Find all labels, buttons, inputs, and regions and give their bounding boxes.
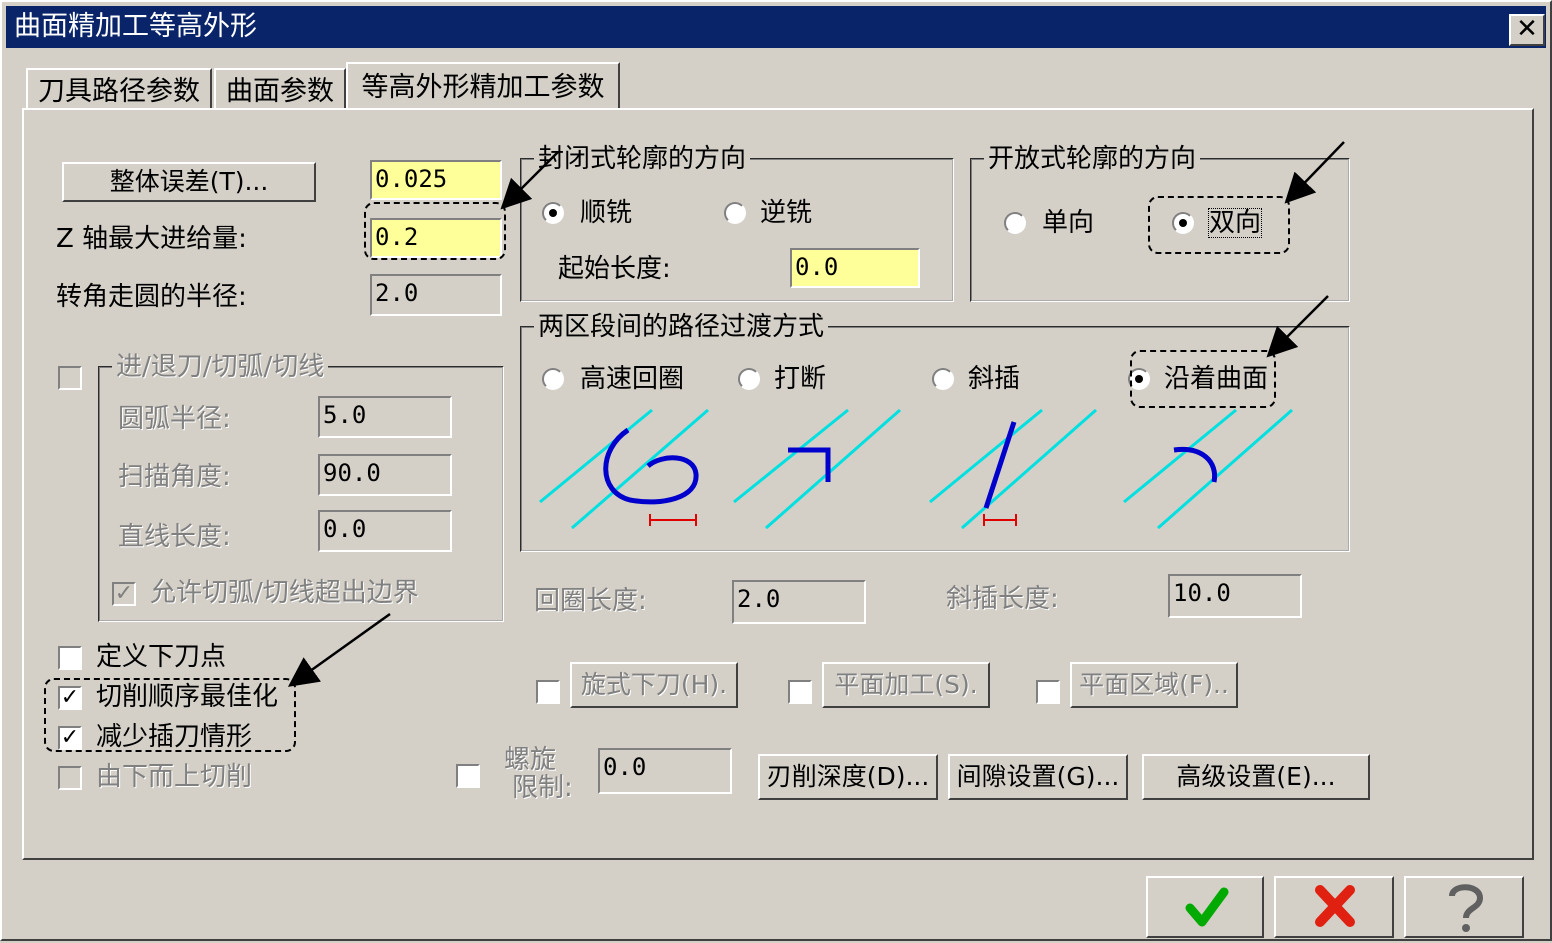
transition-title: 两区段间的路径过渡方式 xyxy=(534,312,829,342)
tolerance-field[interactable]: 0.025 xyxy=(370,160,502,200)
question-mark-icon xyxy=(1449,884,1484,932)
tab-contour-finish-params[interactable]: 等高外形精加工参数 xyxy=(346,62,620,110)
corner-radius-label: 转角走圆的半径: xyxy=(56,282,247,312)
loop-length-label: 回圈长度: xyxy=(534,586,647,616)
climb-label: 顺铣 xyxy=(580,198,633,228)
ramp-radio[interactable] xyxy=(932,368,954,390)
tab-surface-params[interactable]: 曲面参数 xyxy=(214,68,346,108)
arc-radius-label: 圆弧半径: xyxy=(118,404,231,434)
conventional-label: 逆铣 xyxy=(760,198,813,228)
help-button[interactable] xyxy=(1404,876,1524,938)
spiral-label-line1: 螺旋 xyxy=(504,745,557,775)
checkmark-icon xyxy=(1185,887,1229,927)
allow-exceed-checkbox[interactable]: ✓ xyxy=(112,582,136,606)
climb-radio[interactable] xyxy=(542,202,564,224)
high-speed-label: 高速回圈 xyxy=(580,364,685,394)
annotation-dashed-box-left xyxy=(44,678,296,752)
gap-settings-button[interactable]: 间隙设置(G)... xyxy=(948,754,1128,800)
define-entry-label: 定义下刀点 xyxy=(96,642,227,672)
close-icon: ✕ xyxy=(1516,14,1538,44)
ok-button[interactable] xyxy=(1146,876,1264,938)
cancel-button[interactable] xyxy=(1274,876,1394,938)
one-way-label: 单向 xyxy=(1042,208,1095,238)
close-button[interactable]: ✕ xyxy=(1509,14,1545,46)
window-title: 曲面精加工等高外形 xyxy=(14,11,257,42)
z-max-step-label: Z 轴最大进给量: xyxy=(56,224,247,254)
annotation-dashed-box-two-way xyxy=(1148,196,1290,254)
spiral-checkbox[interactable] xyxy=(456,764,480,788)
line-length-field[interactable]: 0.0 xyxy=(318,510,452,552)
allow-exceed-label: 允许切弧/切线超出边界 xyxy=(150,578,419,608)
cross-icon xyxy=(1315,885,1355,927)
sweep-angle-field[interactable]: 90.0 xyxy=(318,454,452,496)
high-speed-radio[interactable] xyxy=(542,368,564,390)
spiral-limit-field[interactable]: 0.0 xyxy=(598,748,732,794)
advanced-settings-button[interactable]: 高级设置(E)... xyxy=(1142,754,1370,800)
flat-region-button[interactable]: 平面区域(F).. xyxy=(1070,662,1238,708)
ramp-label: 斜插 xyxy=(968,364,1021,394)
entry-exit-checkbox[interactable] xyxy=(58,366,82,390)
title-bar: 曲面精加工等高外形 ✕ xyxy=(6,6,1546,48)
break-radio[interactable] xyxy=(738,368,760,390)
break-label: 打断 xyxy=(774,364,827,394)
start-length-label: 起始长度: xyxy=(558,254,671,284)
dialog-window: 曲面精加工等高外形 ✕ 刀具路径参数 曲面参数 等高外形精加工参数 整体误差(T… xyxy=(0,0,1552,941)
bottom-up-checkbox[interactable] xyxy=(58,766,82,790)
spiral-label-line2: 限制: xyxy=(512,773,573,803)
define-entry-checkbox[interactable] xyxy=(58,646,82,670)
closed-contour-title: 封闭式轮廓的方向 xyxy=(534,144,751,174)
helix-checkbox[interactable] xyxy=(536,680,560,704)
sweep-angle-label: 扫描角度: xyxy=(118,462,231,492)
flat-checkbox[interactable] xyxy=(788,680,812,704)
helix-entry-button[interactable]: 旋式下刀(H). xyxy=(570,662,738,708)
corner-radius-field[interactable]: 2.0 xyxy=(370,274,502,316)
conventional-radio[interactable] xyxy=(724,202,746,224)
loop-length-field[interactable]: 2.0 xyxy=(732,580,866,624)
arc-radius-field[interactable]: 5.0 xyxy=(318,396,452,438)
cut-depth-button[interactable]: 刃削深度(D)... xyxy=(758,754,938,800)
tolerance-button[interactable]: 整体误差(T)... xyxy=(62,162,316,202)
flat-machining-button[interactable]: 平面加工(S). xyxy=(822,662,990,708)
tab-toolpath-params[interactable]: 刀具路径参数 xyxy=(26,68,212,108)
ramp-length-label: 斜插长度: xyxy=(946,584,1059,614)
annotation-dashed-box-along-surface xyxy=(1130,350,1276,408)
annotation-dashed-box-zmax xyxy=(364,202,506,260)
flat-region-checkbox[interactable] xyxy=(1036,680,1060,704)
open-contour-title: 开放式轮廓的方向 xyxy=(984,144,1201,174)
bottom-up-label: 由下而上切削 xyxy=(96,762,253,792)
entry-exit-title: 进/退刀/切弧/切线 xyxy=(112,352,329,382)
start-length-field[interactable]: 0.0 xyxy=(790,248,920,288)
ramp-length-field[interactable]: 10.0 xyxy=(1168,574,1302,618)
one-way-radio[interactable] xyxy=(1004,212,1026,234)
line-length-label: 直线长度: xyxy=(118,522,231,552)
